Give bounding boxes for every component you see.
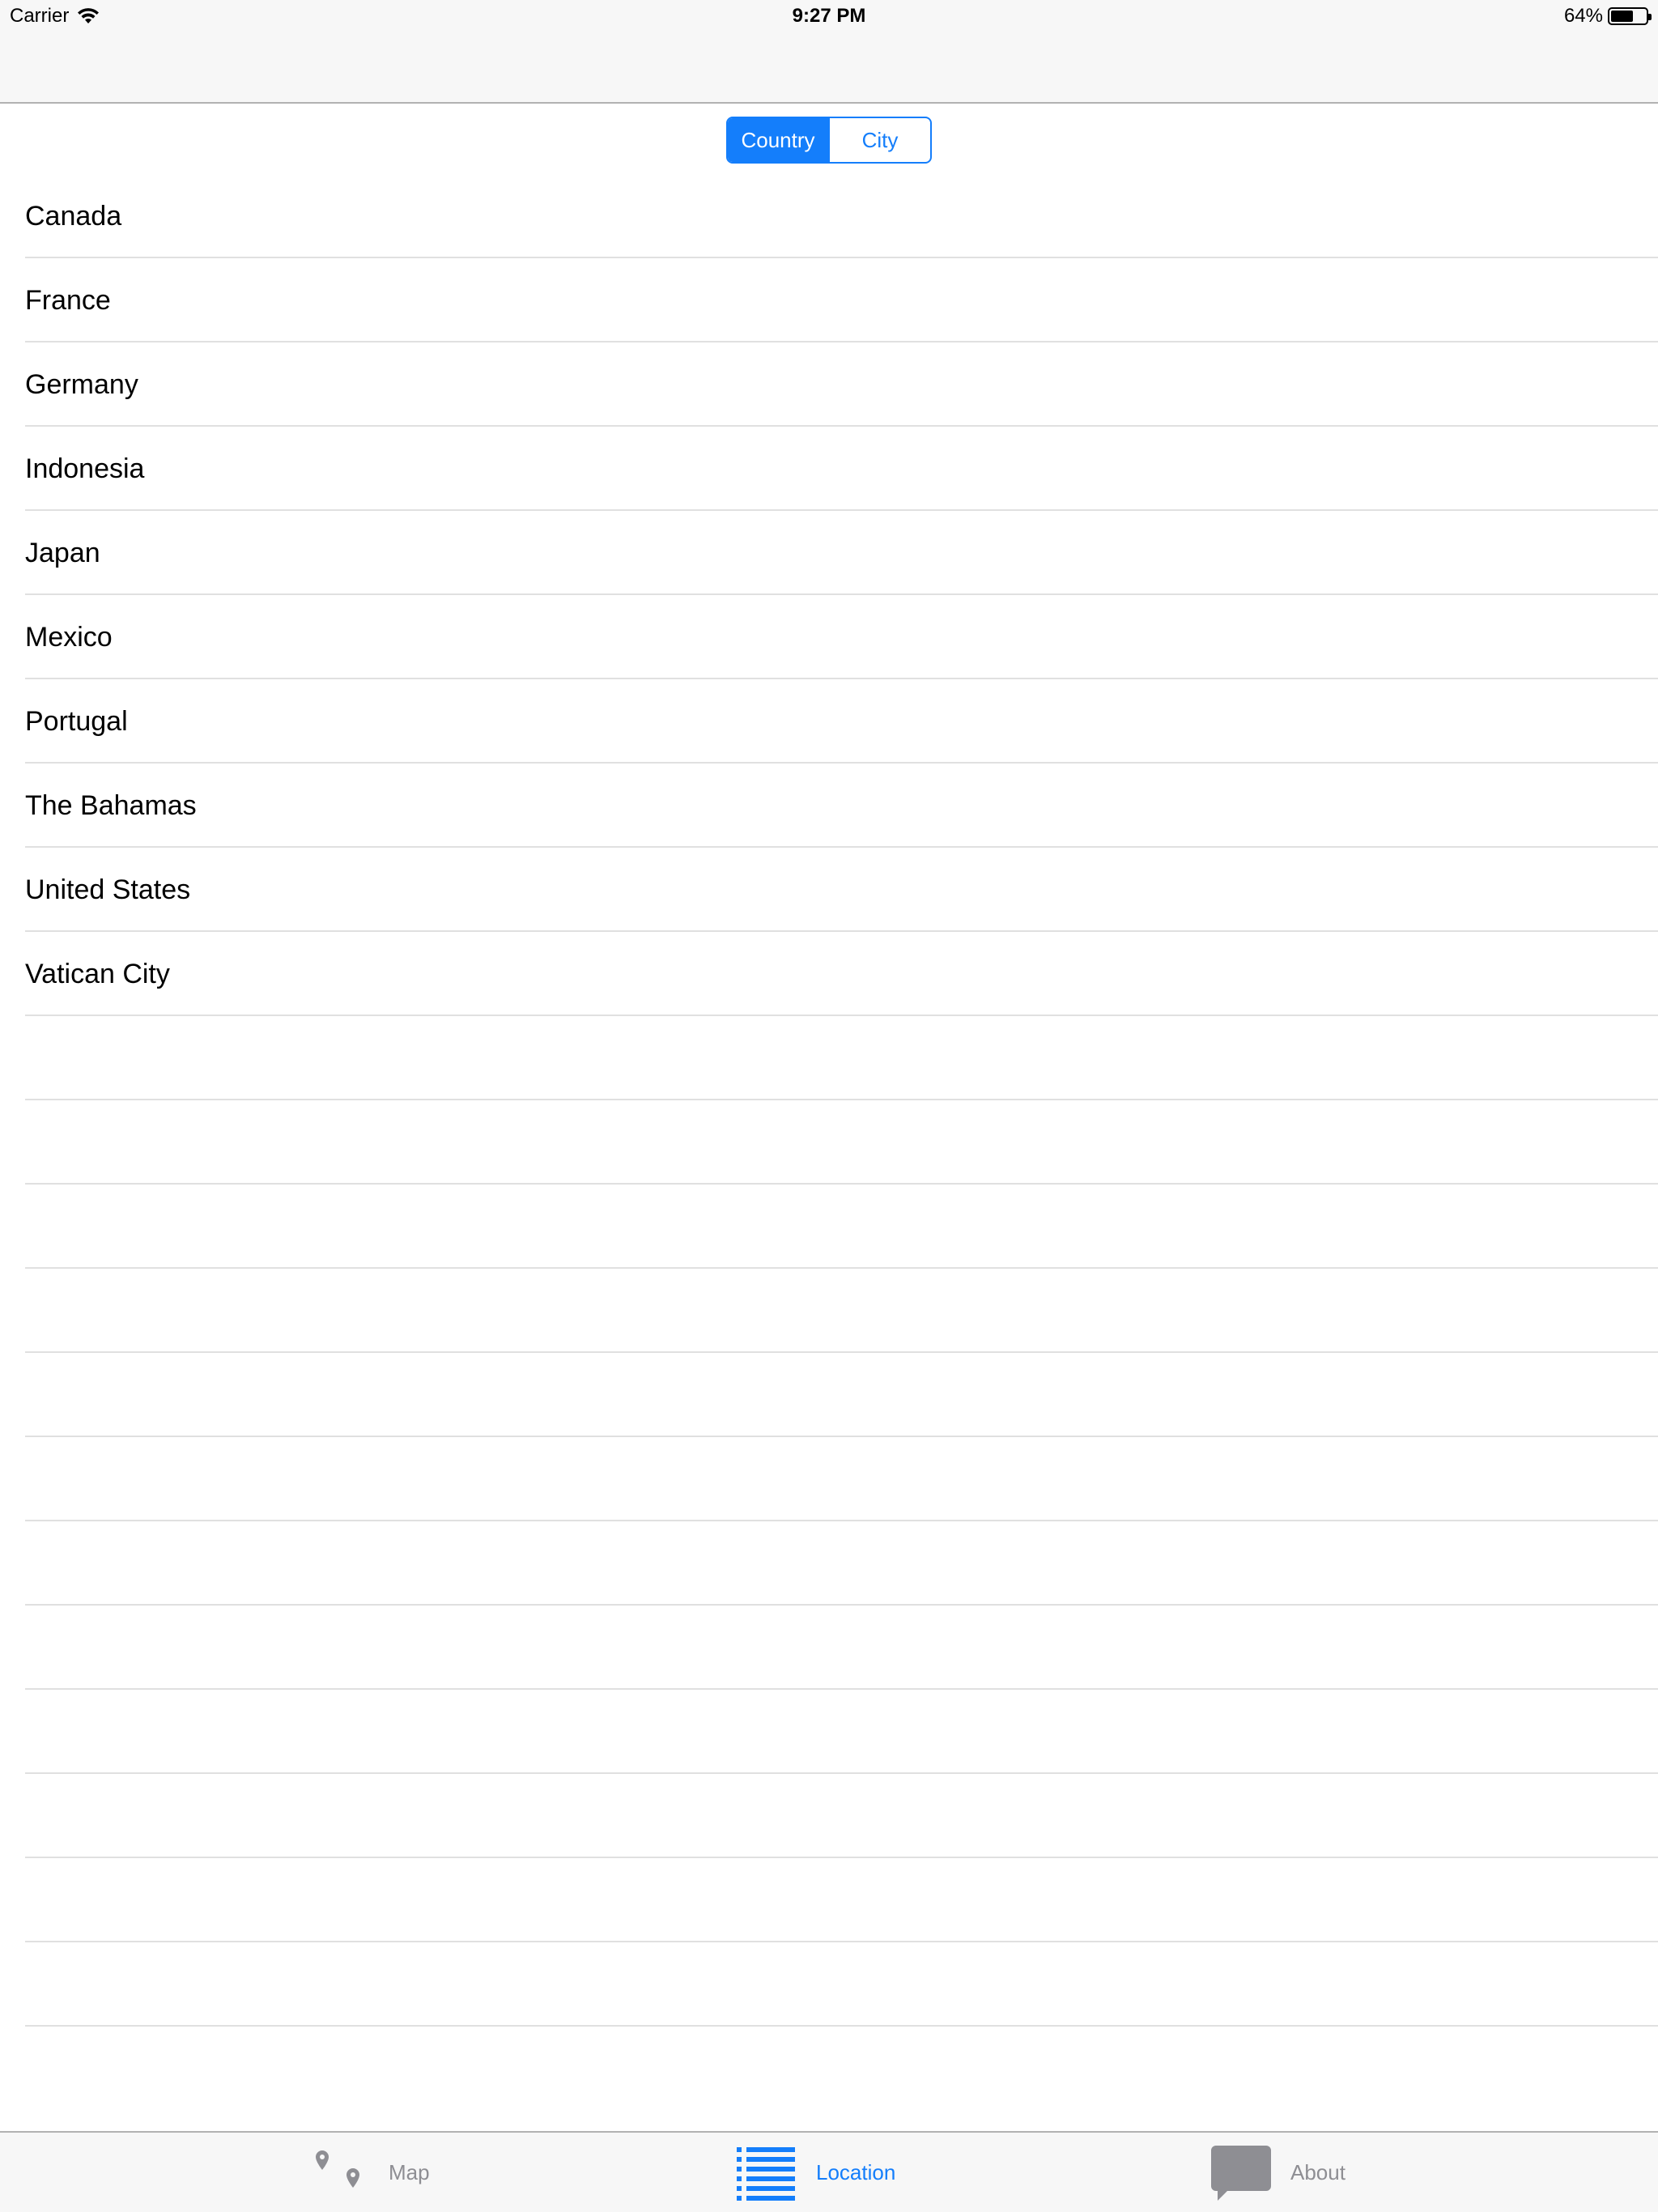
list-item[interactable]: Indonesia xyxy=(0,427,1658,511)
status-right: 64% xyxy=(1563,5,1652,28)
list-item-label: Indonesia xyxy=(25,453,145,484)
country-list[interactable]: Canada France Germany Indonesia Japan Mexico P… xyxy=(0,174,1658,2027)
speech-bubble-icon xyxy=(1211,2146,1271,2201)
empty-list-row xyxy=(0,1774,1658,1858)
status-bar: Carrier 9:27 PM 64% xyxy=(0,0,1658,32)
tab-location-label: Location xyxy=(816,2159,896,2184)
list-item-label: Portugal xyxy=(25,705,128,737)
list-item[interactable]: Portugal xyxy=(0,679,1658,764)
battery-icon xyxy=(1608,7,1652,25)
segment-country[interactable]: Country xyxy=(728,118,828,162)
empty-list-row xyxy=(0,1606,1658,1690)
list-item-label: Japan xyxy=(25,537,100,568)
tab-about-label: About xyxy=(1290,2159,1346,2184)
list-item[interactable]: Mexico xyxy=(0,595,1658,679)
list-item[interactable]: The Bahamas xyxy=(0,764,1658,848)
list-item-label: United States xyxy=(25,874,191,905)
battery-percent: 64% xyxy=(1563,5,1603,27)
list-item[interactable]: France xyxy=(0,258,1658,342)
list-item-label: Vatican City xyxy=(25,958,170,989)
tab-map[interactable]: Map xyxy=(308,2133,430,2212)
tab-location[interactable]: Location xyxy=(735,2133,895,2212)
tab-map-label: Map xyxy=(389,2159,430,2184)
list-item[interactable]: Germany xyxy=(0,342,1658,427)
empty-list-row xyxy=(0,1100,1658,1185)
list-item-label: Germany xyxy=(25,368,138,400)
empty-list-row xyxy=(0,1437,1658,1521)
list-item[interactable]: Japan xyxy=(0,511,1658,595)
list-item[interactable]: United States xyxy=(0,848,1658,932)
map-pins-icon xyxy=(316,2150,359,2188)
list-item[interactable]: Canada xyxy=(0,174,1658,258)
empty-list-row xyxy=(0,1690,1658,1774)
list-icon xyxy=(737,2147,795,2201)
empty-list-row xyxy=(0,1269,1658,1353)
tab-bar: Map Location About xyxy=(0,2131,1658,2212)
empty-list-row xyxy=(0,1353,1658,1437)
empty-list-row xyxy=(0,1016,1658,1100)
segment-city[interactable]: City xyxy=(828,118,930,162)
tab-about[interactable]: About xyxy=(1209,2133,1346,2212)
list-item-label: Canada xyxy=(25,200,122,232)
country-city-segmented-control[interactable]: Country City xyxy=(726,117,932,164)
list-item[interactable]: Vatican City xyxy=(0,932,1658,1016)
list-item-label: France xyxy=(25,284,111,316)
empty-list-row xyxy=(0,1521,1658,1606)
empty-list-row xyxy=(0,1942,1658,2027)
list-item-label: Mexico xyxy=(25,621,113,653)
status-time: 9:27 PM xyxy=(792,5,866,27)
navigation-bar xyxy=(0,32,1658,104)
empty-list-row xyxy=(0,1185,1658,1269)
list-item-label: The Bahamas xyxy=(25,789,197,821)
battery-fill xyxy=(1611,11,1633,22)
empty-list-row xyxy=(0,1858,1658,1942)
